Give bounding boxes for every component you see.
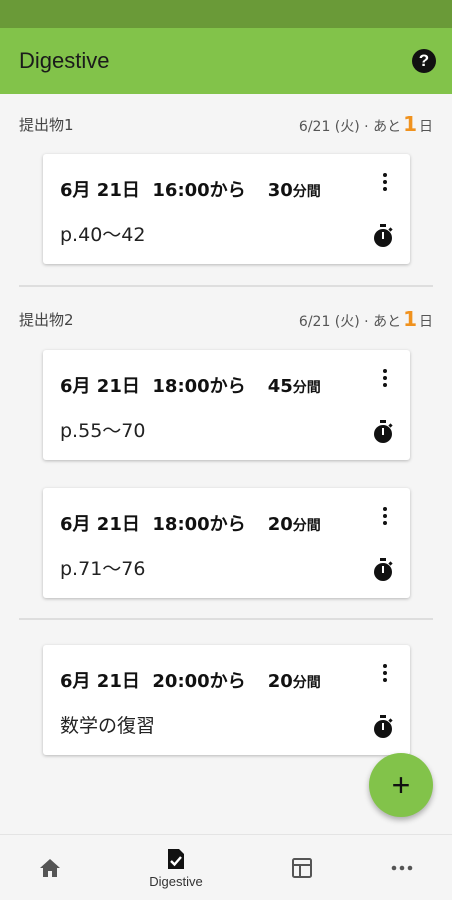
divider (19, 618, 433, 620)
more-vertical-icon[interactable] (380, 505, 390, 527)
due-date: 6/21 (火) · あと 1 日 (299, 112, 433, 136)
nav-label: Digestive (149, 873, 203, 889)
task-date: 6月 21日 (60, 376, 140, 397)
task-list: 提出物1 6/21 (火) · あと 1 日 6月 21日 16:00から 30 分間… (0, 94, 452, 834)
task-schedule: 6月 21日 18:00から 45 分間 (60, 372, 321, 398)
days-suffix: 日 (419, 119, 433, 135)
stopwatch-icon[interactable] (372, 420, 394, 444)
calendar-grid-icon (292, 858, 312, 878)
duration-unit: 分間 (292, 518, 321, 534)
more-vertical-icon[interactable] (380, 662, 390, 684)
stopwatch-icon[interactable] (372, 224, 394, 248)
nav-home[interactable] (0, 835, 100, 900)
more-horizontal-icon (391, 865, 413, 871)
task-check-icon (168, 848, 184, 869)
status-bar (0, 0, 452, 28)
duration-unit: 分間 (292, 675, 321, 691)
duration-unit: 分間 (292, 184, 321, 200)
task-card[interactable]: 6月 21日 18:00から 45 分間 p.55〜70 (43, 350, 410, 460)
due-date: 6/21 (火) · あと 1 日 (299, 307, 433, 331)
task-date: 6月 21日 (60, 514, 140, 535)
divider (19, 285, 433, 287)
task-time: 18:00から (152, 376, 246, 397)
task-content: p.40〜42 (60, 224, 146, 246)
section-title: 提出物1 (19, 115, 74, 134)
task-card[interactable]: 6月 21日 16:00から 30 分間 p.40〜42 (43, 154, 410, 264)
task-time: 20:00から (152, 671, 246, 692)
nav-more[interactable] (352, 835, 452, 900)
section-title: 提出物2 (19, 310, 74, 329)
task-duration: 45 分間 (268, 376, 321, 397)
task-duration: 30 分間 (268, 180, 321, 201)
section-header: 提出物1 6/21 (火) · あと 1 日 (0, 109, 452, 139)
task-card[interactable]: 6月 21日 20:00から 20 分間 数学の復習 (43, 645, 410, 755)
stopwatch-icon[interactable] (372, 558, 394, 582)
task-date: 6月 21日 (60, 180, 140, 201)
section-header: 提出物2 6/21 (火) · あと 1 日 (0, 304, 452, 334)
app-bar: Digestive ? (0, 28, 452, 94)
task-duration: 20 分間 (268, 514, 321, 535)
days-suffix: 日 (419, 314, 433, 330)
stopwatch-icon[interactable] (372, 715, 394, 739)
task-duration: 20 分間 (268, 671, 321, 692)
nav-calendar[interactable] (252, 835, 352, 900)
task-time: 16:00から (152, 180, 246, 201)
more-vertical-icon[interactable] (380, 171, 390, 193)
add-task-button[interactable]: + (369, 753, 433, 817)
home-icon (40, 859, 60, 877)
duration-value: 45 (267, 376, 293, 397)
task-time: 18:00から (152, 514, 246, 535)
days-remaining: 1 (403, 307, 417, 331)
nav-digestive[interactable]: Digestive (126, 835, 226, 900)
due-date-text: 6/21 (火) · あと (298, 119, 402, 135)
task-schedule: 6月 21日 16:00から 30 分間 (60, 176, 321, 202)
duration-value: 30 (267, 180, 293, 201)
task-content: p.55〜70 (60, 420, 146, 442)
duration-unit: 分間 (292, 380, 321, 396)
task-card[interactable]: 6月 21日 18:00から 20 分間 p.71〜76 (43, 488, 410, 598)
task-schedule: 6月 21日 18:00から 20 分間 (60, 510, 321, 536)
more-vertical-icon[interactable] (380, 367, 390, 389)
bottom-navigation: Digestive (0, 834, 452, 900)
task-schedule: 6月 21日 20:00から 20 分間 (60, 667, 321, 693)
task-content: p.71〜76 (60, 558, 146, 580)
due-date-text: 6/21 (火) · あと (298, 314, 402, 330)
app-title: Digestive (19, 48, 110, 73)
task-content: 数学の復習 (60, 715, 156, 737)
days-remaining: 1 (403, 112, 417, 136)
duration-value: 20 (267, 671, 293, 692)
help-icon[interactable]: ? (412, 49, 436, 73)
duration-value: 20 (267, 514, 293, 535)
task-date: 6月 21日 (60, 671, 140, 692)
